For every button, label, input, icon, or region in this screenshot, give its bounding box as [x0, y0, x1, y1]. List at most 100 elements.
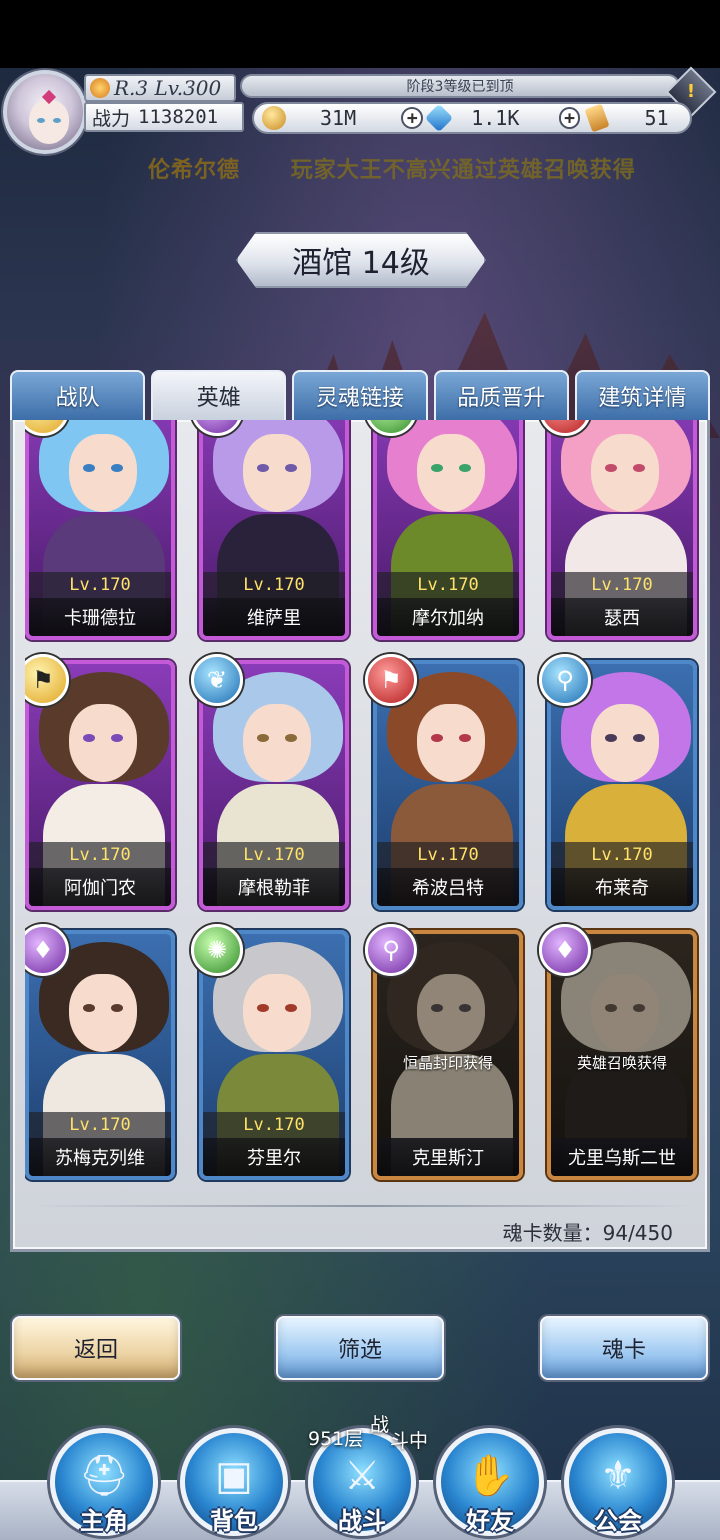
hero-eye — [285, 464, 297, 472]
soul-card-button[interactable]: 魂卡 — [540, 1316, 708, 1380]
nav-guild[interactable]: ⚜ 公会 — [564, 1428, 674, 1540]
tab-team[interactable]: 战队 — [10, 370, 146, 420]
hero-level: Lv.170 — [29, 572, 171, 598]
hero-name: 卡珊德拉 — [29, 598, 171, 636]
hero-level: Lv.170 — [203, 572, 345, 598]
hero-level: Lv.170 — [551, 842, 693, 868]
hero-grid[interactable]: Lv.170卡珊德拉✦Lv.170维萨里➶Lv.170摩尔加纳✧Lv.170瑟西… — [25, 420, 701, 1190]
nav-friends[interactable]: ✋ 好友 — [436, 1428, 546, 1540]
nav-label: 公会 — [594, 1507, 642, 1535]
battle-status-part2: 斗中 — [390, 1430, 429, 1452]
guild-crest-icon: ⚜ — [600, 1453, 636, 1499]
hero-face — [243, 434, 311, 512]
hero-eye — [285, 734, 297, 742]
hero-card[interactable]: Lv.170 瑟西 — [547, 420, 697, 640]
building-title-plate: 酒馆 14级 — [236, 232, 486, 288]
hero-face — [591, 704, 659, 782]
add-crystal-button[interactable]: + — [558, 107, 581, 129]
tab-label: 灵魂链接 — [316, 386, 405, 411]
hero-face — [417, 974, 485, 1052]
resource-value: 31M — [320, 106, 357, 130]
avatar-face — [29, 100, 69, 144]
hero-name: 芬里尔 — [203, 1138, 345, 1176]
hero-face — [243, 974, 311, 1052]
tab-label: 品质晋升 — [457, 386, 546, 411]
dagger-class-icon: ♦ — [539, 924, 591, 976]
hero-eye — [111, 464, 123, 472]
hero-card[interactable]: Lv.170 卡珊德拉 — [25, 420, 175, 640]
hero-panel: Lv.170卡珊德拉✦Lv.170维萨里➶Lv.170摩尔加纳✧Lv.170瑟西… — [10, 420, 710, 1252]
rank-crest-icon — [90, 78, 110, 98]
nav-label: 战斗 — [338, 1507, 386, 1535]
hero-face — [591, 974, 659, 1052]
hero-face — [243, 704, 311, 782]
gold-coin-icon — [262, 106, 286, 130]
hero-level: Lv.170 — [377, 572, 519, 598]
hero-eye — [459, 1004, 471, 1012]
filter-button[interactable]: 筛选 — [276, 1316, 444, 1380]
hero-eye — [285, 1004, 297, 1012]
tab-label: 英雄 — [196, 386, 241, 411]
hero-eye — [633, 1004, 645, 1012]
hero-level: Lv.170 — [203, 842, 345, 868]
broadcast-message: 玩家大王不高兴通过英雄召唤获得 — [290, 158, 636, 183]
wings-class-icon: ❦ — [191, 654, 243, 706]
helmet-icon: ⛑ — [78, 1453, 130, 1499]
avatar-eye — [37, 118, 45, 123]
resource-value: 1.1K — [471, 106, 520, 130]
nav-hero[interactable]: ⛑ 主角 — [50, 1428, 160, 1540]
hero-unlock-note: 英雄召唤获得 — [576, 1054, 667, 1072]
swirl-class-icon: ✺ — [191, 924, 243, 976]
avatar-eye — [53, 118, 61, 123]
rank-level-text: R.3 Lv.300 — [114, 76, 222, 100]
hero-card[interactable]: Lv.170 维萨里 — [199, 420, 349, 640]
crossed-swords-icon: ⚔ — [344, 1453, 380, 1499]
hero-card[interactable]: Lv.170 摩尔加纳 — [373, 420, 523, 640]
hero-face — [591, 434, 659, 512]
hero-eye — [111, 1004, 123, 1012]
flag-class-icon: ⚑ — [365, 654, 417, 706]
hero-eye — [633, 464, 645, 472]
hero-eye — [83, 1004, 95, 1012]
panel-divider — [33, 1205, 693, 1207]
soul-card-count: 魂卡数量：94/450 — [502, 1221, 673, 1245]
hero-name: 瑟西 — [551, 598, 693, 636]
hero-name: 阿伽门农 — [29, 868, 171, 906]
card-ticket-icon — [584, 103, 611, 133]
player-avatar[interactable] — [3, 70, 87, 154]
resource-crystal: 1.1K — [423, 103, 558, 133]
battle-status: 951层 战 斗中 — [308, 1408, 438, 1452]
tab-soul-link[interactable]: 灵魂链接 — [292, 370, 428, 420]
nav-backpack[interactable]: ▣ 背包 — [180, 1428, 290, 1540]
hero-name: 希波吕特 — [377, 868, 519, 906]
resource-value: 51 — [644, 106, 669, 130]
broadcast-ticker: 伦希尔德 玩家大王不高兴通过英雄召唤获得 — [148, 152, 688, 183]
backpack-icon: ▣ — [215, 1453, 253, 1499]
hero-eye — [257, 464, 269, 472]
hero-name: 布莱奇 — [551, 868, 693, 906]
hero-name: 苏梅克列维 — [29, 1138, 171, 1176]
hero-eye — [605, 734, 617, 742]
filter-button-label: 筛选 — [337, 1338, 382, 1363]
battle-floor: 951层 — [308, 1428, 364, 1450]
broadcast-hero-name: 伦希尔德 — [148, 158, 241, 183]
tab-bar: 战队 英雄 灵魂链接 品质晋升 建筑详情 — [10, 370, 711, 420]
hero-eye — [459, 734, 471, 742]
magnifier-class-icon: ⚲ — [365, 924, 417, 976]
rank-panel: R.3 Lv.300 — [84, 74, 236, 102]
hero-level: Lv.170 — [203, 1112, 345, 1138]
back-button[interactable]: 返回 — [12, 1316, 180, 1380]
power-panel: 战力 1138201 — [84, 102, 244, 132]
hero-name: 维萨里 — [203, 598, 345, 636]
hero-eye — [83, 464, 95, 472]
hero-name: 尤里乌斯二世 — [551, 1138, 693, 1176]
nav-label: 好友 — [466, 1507, 514, 1535]
add-gold-button[interactable]: + — [401, 107, 424, 129]
hero-level: Lv.170 — [29, 1112, 171, 1138]
hero-unlock-note: 恒晶封印获得 — [402, 1054, 493, 1072]
tab-building-details[interactable]: 建筑详情 — [574, 370, 711, 420]
hero-eye — [605, 464, 617, 472]
hero-eye — [257, 1004, 269, 1012]
tab-quality-upgrade[interactable]: 品质晋升 — [433, 370, 569, 420]
tab-heroes[interactable]: 英雄 — [151, 370, 287, 420]
